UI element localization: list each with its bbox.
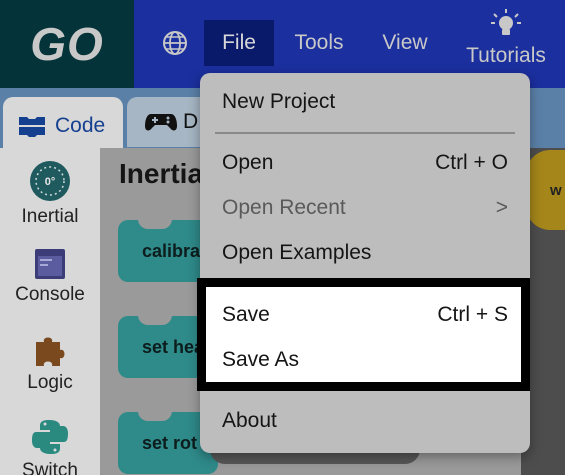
tab-devices-label: D	[183, 110, 199, 133]
menu-item-save[interactable]: Save Ctrl + S	[200, 293, 530, 337]
menu-item-label: Open	[222, 151, 274, 174]
menu-divider	[215, 132, 515, 134]
sidebar-item-console[interactable]: Console	[0, 248, 100, 306]
sidebar-item-switch[interactable]: Switch	[0, 418, 100, 475]
sidebar-item-label: Switch	[22, 460, 78, 475]
menu-file[interactable]: File	[204, 20, 274, 66]
sidebar-item-logic[interactable]: Logic	[0, 332, 100, 394]
menu-item-shortcut: Ctrl + O	[435, 151, 508, 174]
menu-item-open-examples[interactable]: Open Examples	[200, 231, 530, 275]
menu-item-save-as[interactable]: Save As	[200, 338, 530, 382]
menu-item-new-project[interactable]: New Project	[200, 80, 530, 124]
tab-code[interactable]: Code	[3, 97, 123, 155]
menu-tools[interactable]: Tools	[284, 20, 354, 66]
menu-item-label: Open Examples	[222, 241, 372, 264]
block-label: set rot	[142, 432, 198, 453]
logo-text: GO	[30, 18, 104, 70]
menu-item-label: Open Recent	[222, 196, 346, 219]
flyout-title: Inertia	[119, 158, 204, 189]
globe-icon[interactable]	[162, 30, 188, 56]
sidebar-item-label: Inertial	[21, 206, 79, 227]
menu-item-label: New Project	[222, 90, 336, 113]
submenu-arrow: >	[495, 196, 508, 219]
window-icon	[35, 249, 65, 279]
gauge-icon: 0°	[30, 161, 70, 201]
gamepad-icon	[145, 114, 177, 131]
code-blocks-icon	[19, 117, 45, 137]
menu-item-open[interactable]: Open Ctrl + O	[200, 141, 530, 185]
python-icon	[32, 420, 68, 454]
menu-item-about[interactable]: About	[200, 399, 530, 443]
category-sidebar: 0° Inertial Console Logic Switch	[0, 148, 100, 475]
logo: GO	[0, 0, 134, 88]
block-notch	[138, 219, 172, 229]
app-window: GO File Tools View Tutorials Code D 0° I…	[0, 0, 565, 475]
menu-item-label: Save	[222, 303, 270, 326]
menu-item-open-recent[interactable]: Open Recent >	[200, 186, 530, 230]
menu-item-label: About	[222, 409, 277, 432]
block-label: set hea	[142, 336, 205, 357]
puzzle-icon	[36, 337, 65, 366]
menu-item-shortcut: Ctrl + S	[437, 303, 508, 326]
menu-item-label: Save As	[222, 348, 300, 371]
tutorials-label: Tutorials	[466, 44, 546, 67]
block-label: calibra	[142, 240, 201, 261]
block-notch	[138, 315, 172, 325]
sidebar-item-label: Logic	[27, 372, 73, 393]
tutorials-button[interactable]: Tutorials	[456, 8, 556, 80]
tab-code-label: Code	[55, 114, 106, 137]
gauge-badge: 0°	[45, 176, 56, 188]
block-notch	[138, 411, 172, 421]
lightbulb-icon	[491, 9, 521, 35]
workspace-block-label: w	[550, 181, 562, 199]
workspace-block[interactable]: w	[526, 150, 565, 230]
sidebar-item-label: Console	[15, 284, 85, 305]
file-dropdown-menu: New Project Open Ctrl + O Open Recent > …	[200, 73, 530, 453]
menu-view[interactable]: View	[372, 20, 438, 66]
sidebar-item-inertial[interactable]: 0° Inertial	[0, 160, 100, 228]
